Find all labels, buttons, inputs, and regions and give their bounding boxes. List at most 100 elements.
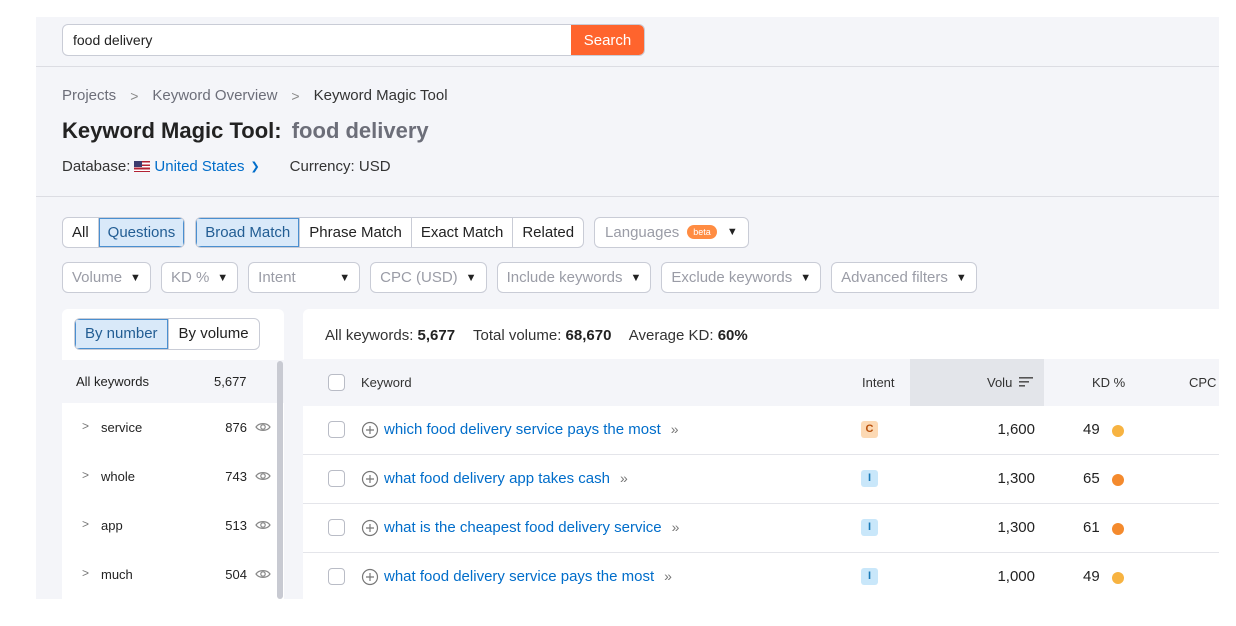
kd-value: 49	[1083, 421, 1100, 438]
tab-related[interactable]: Related	[513, 218, 583, 247]
eye-icon[interactable]	[255, 566, 271, 582]
breadcrumb-keyword-overview[interactable]: Keyword Overview	[152, 87, 277, 104]
kd-difficulty-dot-icon	[1112, 572, 1124, 584]
scrollbar[interactable]	[277, 361, 283, 599]
group-row[interactable]: > much 504	[62, 550, 284, 599]
breadcrumb-projects[interactable]: Projects	[62, 87, 116, 104]
page-title: Keyword Magic Tool: food delivery	[62, 118, 429, 144]
summary-total-value: 68,670	[565, 327, 612, 344]
filter-volume[interactable]: Volume ▼	[62, 262, 151, 293]
page-title-query: food delivery	[291, 118, 429, 143]
row-checkbox[interactable]	[328, 470, 345, 487]
row-checkbox[interactable]	[328, 421, 345, 438]
header-intent[interactable]: Intent	[862, 375, 895, 390]
filter-exclude-keywords[interactable]: Exclude keywords ▼	[661, 262, 822, 293]
group-label: service	[101, 420, 143, 435]
sort-icon[interactable]	[1019, 376, 1033, 388]
divider	[36, 66, 1219, 67]
beta-badge: beta	[687, 225, 717, 239]
kd-value: 49	[1083, 568, 1100, 585]
summary-total-label: Total volume:	[472, 327, 562, 344]
search-input[interactable]	[63, 25, 553, 55]
chevron-down-icon: ▼	[955, 271, 967, 284]
keyword-groups-panel: By number By volume All keywords 5,677 >…	[62, 309, 284, 599]
chevron-down-icon: ▼	[130, 271, 141, 284]
search-button[interactable]: Search	[571, 25, 644, 55]
chevron-right-icon[interactable]: >	[82, 517, 89, 531]
keyword-link[interactable]: what food delivery service pays the most…	[384, 568, 672, 585]
app-window: × Search Projects > Keyword Overview > K…	[36, 17, 1219, 599]
group-row[interactable]: > app 513	[62, 501, 284, 550]
intent-badge: I	[861, 568, 878, 585]
filter-label: Advanced filters	[841, 269, 948, 286]
table-row: what food delivery app takes cash» I 1,3…	[303, 455, 1219, 504]
header-volume[interactable]: Volu	[987, 375, 1012, 390]
tab-by-volume[interactable]: By volume	[169, 319, 259, 349]
double-chevron-right-icon[interactable]: »	[664, 568, 672, 584]
chevron-down-icon[interactable]: ❯	[250, 160, 259, 173]
languages-dropdown[interactable]: Languages beta ▼	[594, 216, 749, 248]
summary-all-value: 5,677	[417, 327, 456, 344]
double-chevron-right-icon[interactable]: »	[671, 421, 679, 437]
filter-cpc[interactable]: CPC (USD) ▼	[370, 262, 487, 293]
filter-advanced[interactable]: Advanced filters ▼	[831, 262, 977, 293]
tab-all[interactable]: All	[63, 217, 99, 247]
chevron-right-icon[interactable]: >	[82, 566, 89, 580]
group-row[interactable]: > whole 743	[62, 452, 284, 501]
tab-by-number[interactable]: By number	[75, 319, 169, 349]
tab-phrase-match[interactable]: Phrase Match	[300, 217, 412, 247]
add-circle-icon[interactable]	[361, 568, 379, 586]
tab-exact-match[interactable]: Exact Match	[412, 217, 514, 247]
eye-icon[interactable]	[255, 517, 271, 533]
kd-difficulty-dot-icon	[1112, 523, 1124, 535]
page-title-tool: Keyword Magic Tool:	[62, 118, 282, 143]
eye-icon[interactable]	[255, 468, 271, 484]
filter-intent[interactable]: Intent ▼	[248, 262, 361, 293]
database-selector[interactable]: United States	[154, 158, 244, 175]
chevron-right-icon[interactable]: >	[82, 468, 89, 482]
tab-broad-match[interactable]: Broad Match	[196, 217, 301, 247]
chevron-right-icon: >	[291, 87, 300, 104]
row-checkbox[interactable]	[328, 568, 345, 585]
filter-include-keywords[interactable]: Include keywords ▼	[496, 262, 652, 293]
languages-label: Languages	[605, 223, 680, 241]
group-count: 743	[225, 469, 247, 484]
volume-value: 1,600	[997, 421, 1035, 438]
us-flag-icon	[134, 161, 151, 172]
add-circle-icon[interactable]	[361, 470, 379, 488]
summary-kd-label: Average KD:	[628, 327, 714, 344]
eye-icon[interactable]	[255, 419, 271, 435]
filter-label: Intent	[258, 269, 296, 286]
chevron-down-icon: ▼	[726, 226, 738, 238]
add-circle-icon[interactable]	[361, 519, 379, 537]
kd-value: 61	[1083, 519, 1100, 536]
table-row: what food delivery service pays the most…	[303, 553, 1219, 599]
all-keywords-group[interactable]: All keywords 5,677	[62, 360, 284, 403]
keyword-link[interactable]: what is the cheapest food delivery servi…	[384, 519, 679, 536]
row-checkbox[interactable]	[328, 519, 345, 536]
keyword-link[interactable]: which food delivery service pays the mos…	[384, 421, 679, 438]
chevron-down-icon: ▼	[339, 271, 351, 284]
intent-badge: C	[861, 421, 878, 438]
header-cpc[interactable]: CPC	[1189, 375, 1216, 390]
volume-value: 1,300	[997, 470, 1035, 487]
group-row[interactable]: > service 876	[62, 403, 284, 452]
keyword-link[interactable]: what food delivery app takes cash»	[384, 470, 628, 487]
header-kd[interactable]: KD %	[1092, 375, 1125, 390]
keyword-table-panel: All keywords: 5,677 Total volume: 68,670…	[303, 309, 1219, 599]
header-keyword[interactable]: Keyword	[361, 375, 412, 390]
double-chevron-right-icon[interactable]: »	[672, 519, 680, 535]
filter-label: Exclude keywords	[671, 269, 793, 286]
kd-difficulty-dot-icon	[1112, 425, 1124, 437]
double-chevron-right-icon[interactable]: »	[620, 470, 628, 486]
add-circle-icon[interactable]	[361, 421, 379, 439]
question-toggle: All Questions	[62, 216, 186, 248]
group-sort-toggle: By number By volume	[74, 318, 260, 350]
chevron-down-icon: ▼	[217, 271, 229, 284]
chevron-down-icon: ▼	[465, 271, 477, 284]
chevron-right-icon[interactable]: >	[82, 419, 89, 433]
select-all-checkbox[interactable]	[328, 374, 345, 391]
tab-questions[interactable]: Questions	[98, 217, 185, 247]
filter-kd[interactable]: KD % ▼	[160, 262, 239, 293]
table-row: what is the cheapest food delivery servi…	[303, 504, 1219, 553]
